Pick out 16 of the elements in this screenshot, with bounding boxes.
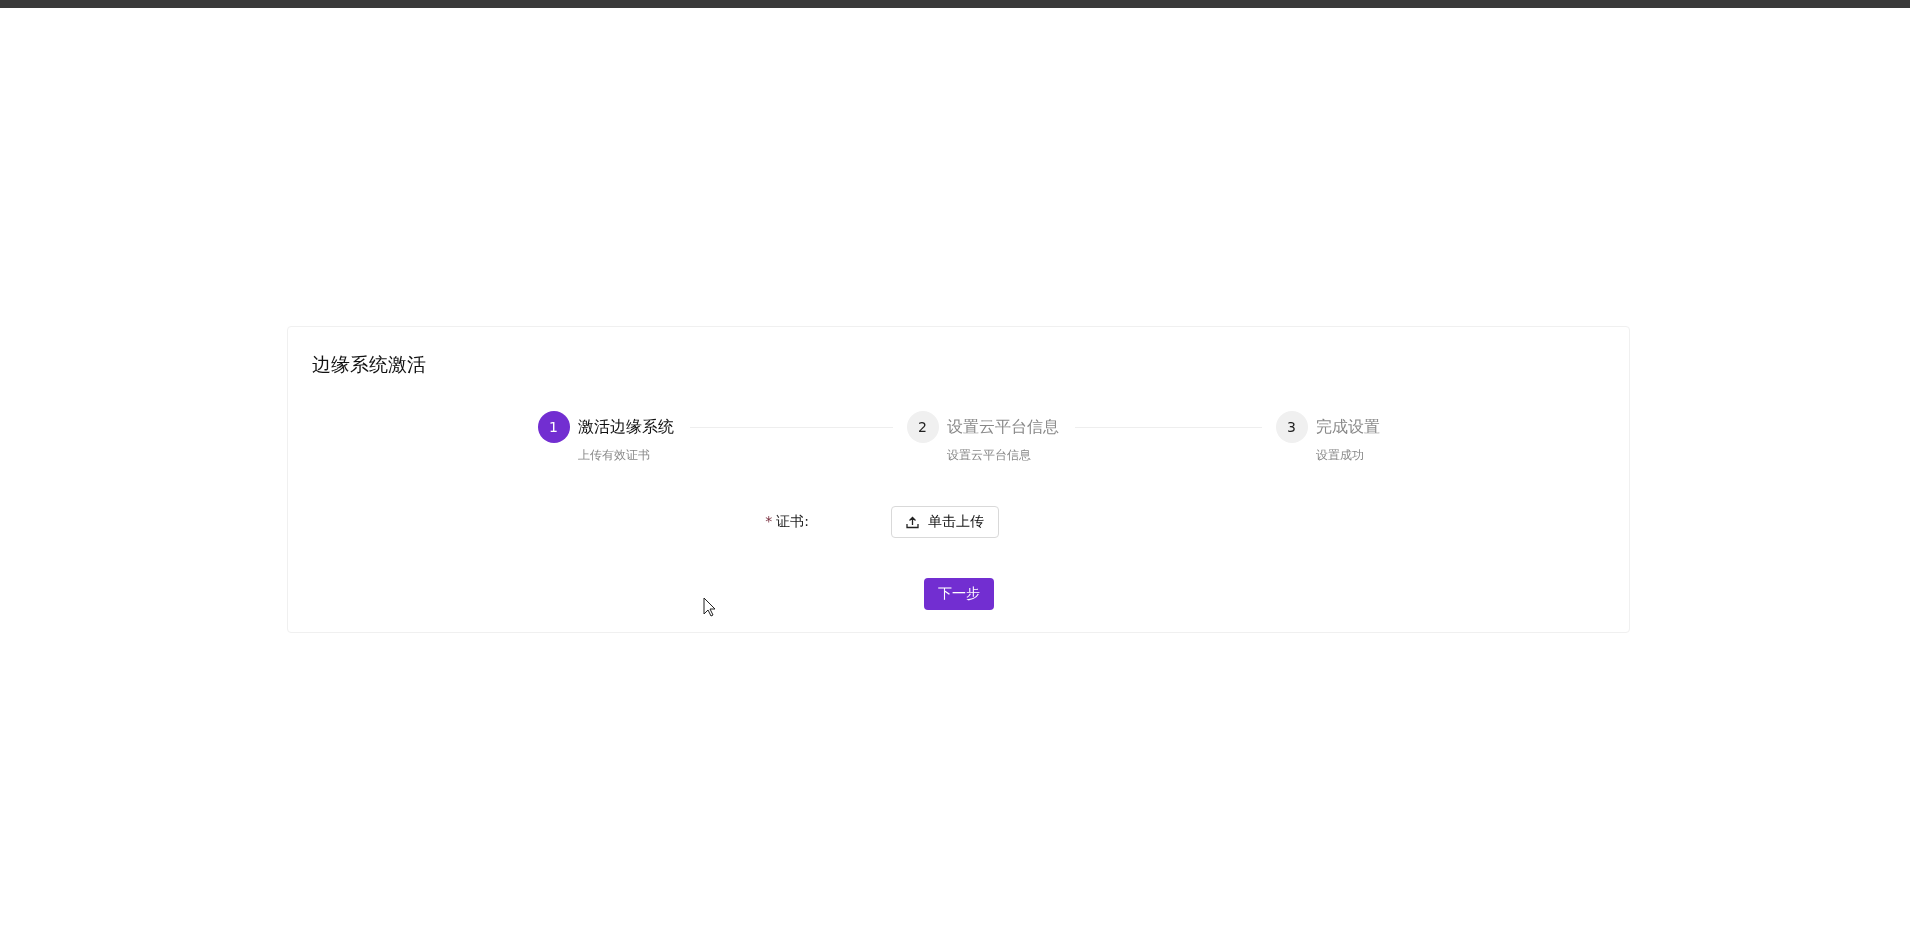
step-number: 1 <box>537 411 570 443</box>
step-title: 设置云平台信息 <box>946 416 1059 438</box>
upload-button[interactable]: 单击上传 <box>891 506 999 538</box>
step-title: 完成设置 <box>1315 416 1380 438</box>
upload-icon <box>906 515 919 529</box>
step-description: 设置成功 <box>1315 447 1365 464</box>
required-mark: * <box>765 513 773 531</box>
mouse-cursor-icon <box>703 597 716 617</box>
step-title: 激活边缘系统 <box>577 416 674 438</box>
step-description: 上传有效证书 <box>577 447 651 464</box>
step-number: 3 <box>1275 411 1308 443</box>
step-description: 设置云平台信息 <box>946 447 1032 464</box>
card-title: 边缘系统激活 <box>312 352 427 377</box>
next-button[interactable]: 下一步 <box>923 578 994 610</box>
field-label: 证书: <box>776 513 809 531</box>
step-number: 2 <box>906 411 939 443</box>
